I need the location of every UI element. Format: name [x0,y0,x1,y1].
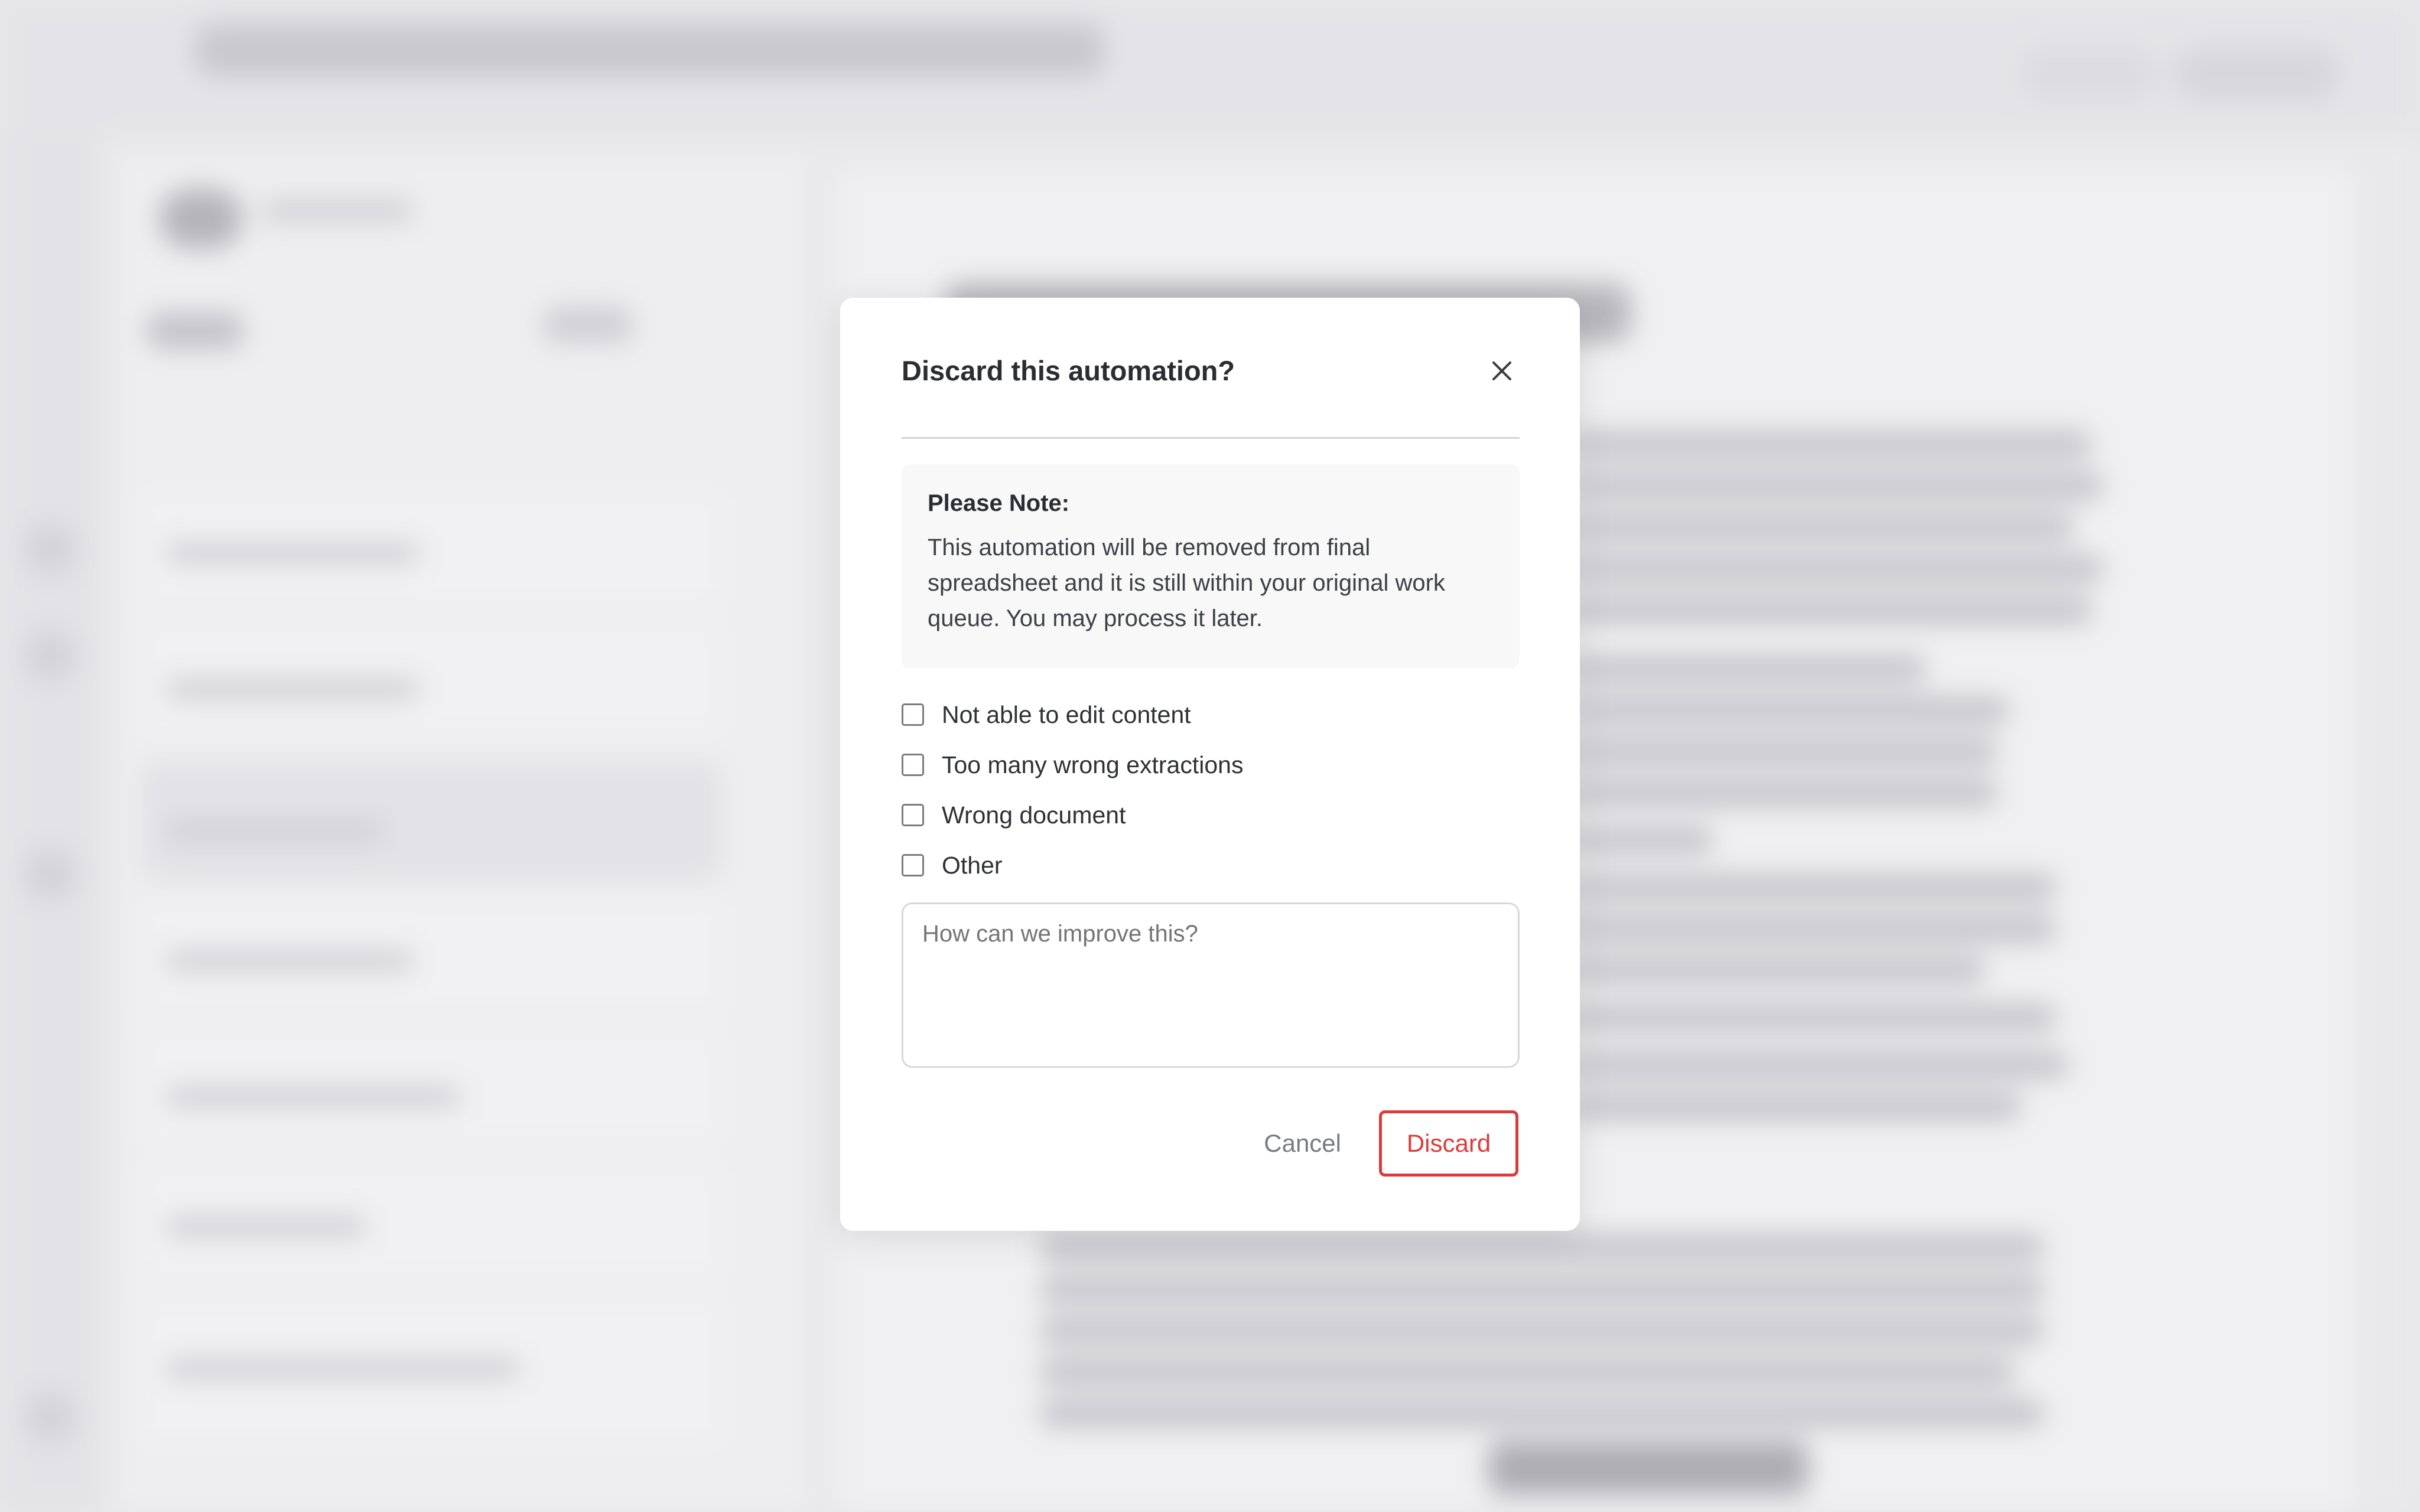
reason-label: Not able to edit content [942,700,1191,728]
reason-option-wrong-document[interactable]: Wrong document [902,797,1126,833]
discard-button[interactable]: Discard [1379,1110,1518,1177]
reason-option-too-many-wrong-extractions[interactable]: Too many wrong extractions [902,747,1243,783]
dialog-header: Discard this automation? [902,348,1520,439]
reason-label: Other [942,851,1003,879]
feedback-textarea[interactable] [902,902,1520,1068]
dialog-title: Discard this automation? [902,355,1235,386]
reason-checkbox[interactable] [902,854,924,876]
reason-checkbox[interactable] [902,703,924,726]
reason-label: Wrong document [942,801,1126,829]
feedback-container [902,902,1520,1068]
reason-checkbox[interactable] [902,754,924,776]
dialog-footer: Cancel Discard [840,1110,1580,1177]
reason-checkbox[interactable] [902,804,924,826]
close-button[interactable] [1484,353,1520,389]
discard-automation-dialog: Discard this automation? Please Note: Th… [840,298,1580,1231]
reason-option-not-able-to-edit[interactable]: Not able to edit content [902,697,1191,732]
note-heading: Please Note: [928,490,1070,516]
close-icon [1492,361,1511,380]
note-body: This automation will be removed from fin… [928,535,1445,631]
note-panel: Please Note: This automation will be rem… [902,464,1520,669]
cancel-button[interactable]: Cancel [1252,1110,1353,1177]
reason-label: Too many wrong extractions [942,751,1244,778]
reason-option-other[interactable]: Other [902,848,1003,883]
